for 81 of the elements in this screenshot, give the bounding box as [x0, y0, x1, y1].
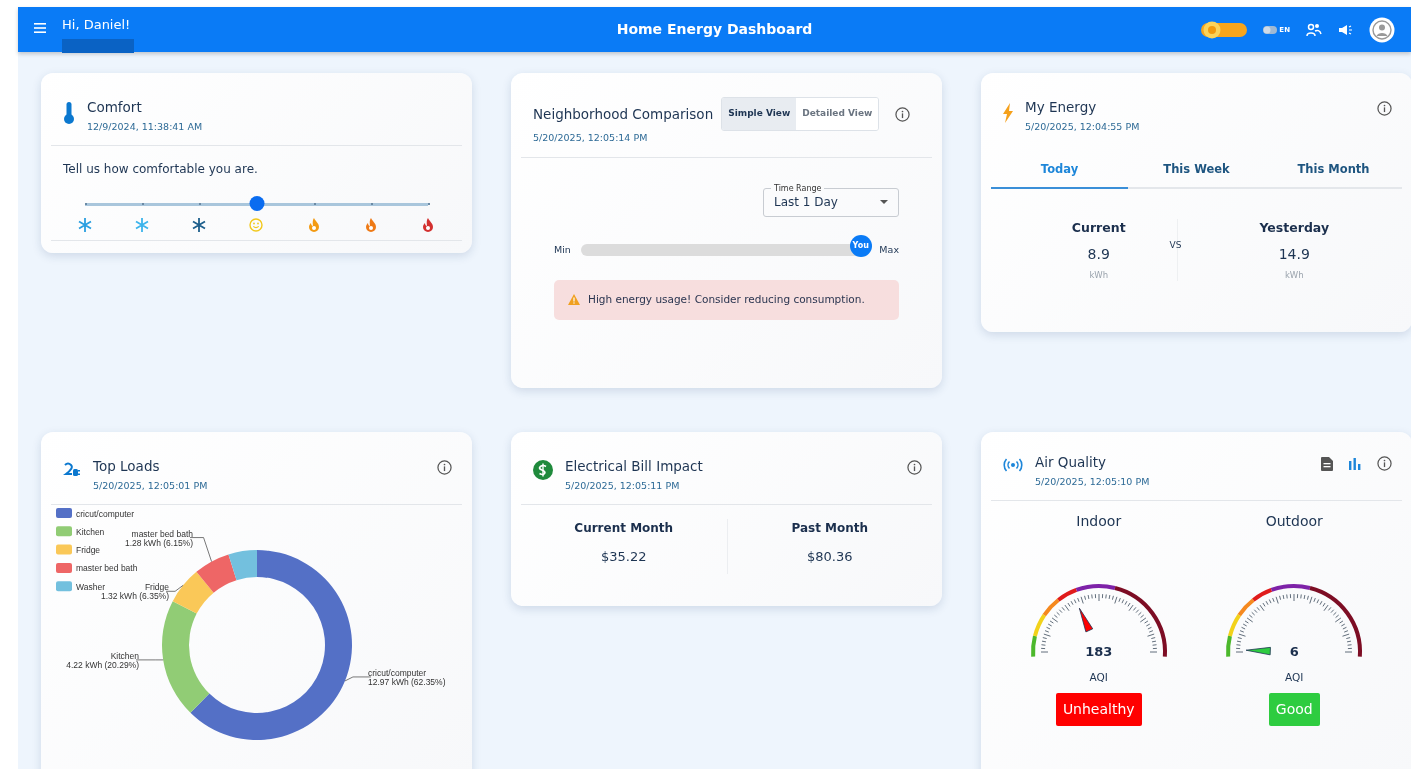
slice-value: 1.32 kWh (6.35%): [100, 590, 169, 601]
dollar-icon: [533, 460, 553, 480]
card-title: Top Loads: [93, 457, 161, 476]
leader-line: [135, 659, 164, 660]
unit-label: kWh: [1088, 268, 1110, 282]
avatar-icon[interactable]: [1369, 17, 1395, 43]
slice-value: 12.97 kWh (62.35%): [368, 676, 446, 687]
gauge-title: Outdoor: [1265, 511, 1323, 531]
legend-label: cricut/computer: [76, 508, 135, 518]
info-icon[interactable]: [437, 460, 452, 475]
snowflake-icon[interactable]: [78, 217, 92, 232]
lightning-icon: [1003, 103, 1013, 123]
column-label: Past Month: [790, 519, 870, 537]
card-title: Electrical Bill Impact: [565, 457, 703, 476]
min-label: Min: [554, 242, 571, 257]
timestamp: 5/20/2025, 12:05:11 PM: [565, 479, 681, 494]
slice-value: 4.22 kWh (20.29%): [66, 659, 139, 670]
flame-icon[interactable]: [307, 217, 320, 232]
legend-label: Kitchen: [76, 526, 105, 537]
unit-label: AQI: [1285, 669, 1304, 685]
slice-label: cricut/computer: [368, 667, 427, 678]
view-tab[interactable]: Simple View: [722, 98, 797, 130]
info-icon[interactable]: [895, 106, 911, 122]
broadcast-icon: [1003, 458, 1023, 472]
app-title: Home Energy Dashboard: [616, 21, 813, 37]
snowflake-icon[interactable]: [192, 217, 207, 232]
card-title: My Energy: [1025, 98, 1098, 117]
period-tab[interactable]: This Month: [1265, 152, 1402, 189]
theme-toggle[interactable]: [1201, 21, 1248, 39]
stat-value: 14.9: [1277, 244, 1311, 264]
timestamp: 5/20/2025, 12:04:55 PM: [1025, 120, 1140, 135]
legend-label: Washer: [76, 581, 105, 592]
card-title: Comfort: [87, 98, 143, 117]
flame-icon[interactable]: [364, 217, 377, 232]
flame-icon[interactable]: [421, 217, 434, 232]
menu-icon[interactable]: [34, 23, 46, 33]
vs-label: VS: [1169, 238, 1182, 252]
caret-icon[interactable]: [880, 199, 888, 204]
slice-value: 1.28 kWh (6.15%): [124, 537, 193, 548]
card-title: Air Quality: [1035, 453, 1108, 472]
slice-label: Fridge: [144, 581, 169, 592]
aqi-value: 6: [1289, 643, 1299, 659]
slice-label: Kitchen: [110, 650, 139, 661]
prompt-text: Tell us how comfortable you are.: [63, 160, 259, 178]
info-icon[interactable]: [907, 460, 922, 475]
megaphone-icon[interactable]: [1338, 24, 1353, 36]
timestamp: 12/9/2024, 11:38:41 AM: [87, 120, 203, 135]
status-badge[interactable]: Unhealthy: [1055, 693, 1142, 727]
max-label: Max: [879, 242, 899, 257]
legend-label: Fridge: [76, 544, 101, 555]
column-label: Current Month: [573, 519, 675, 537]
you-marker: You: [849, 234, 872, 257]
alert-text: High energy usage! Consider reducing consumption.: [588, 292, 865, 307]
thermometer-icon: [63, 101, 75, 125]
slice-label: master bed bath: [131, 528, 193, 539]
timestamp: 5/20/2025, 12:05:10 PM: [1035, 475, 1150, 490]
greeting-text: Hi, Daniel!: [62, 16, 132, 34]
amount-value: $35.22: [600, 547, 648, 566]
people-icon[interactable]: [1306, 23, 1322, 37]
redaction-bar: [62, 38, 134, 53]
bar-chart-icon[interactable]: [1349, 457, 1361, 470]
aqi-value: 183: [1085, 643, 1113, 659]
warning-icon: [568, 294, 580, 306]
period-tab[interactable]: This Week: [1128, 152, 1265, 189]
info-icon[interactable]: [1377, 101, 1392, 116]
amount-value: $80.36: [806, 547, 854, 566]
plug-icon: [63, 462, 81, 478]
view-tab[interactable]: Detailed View: [796, 98, 879, 130]
period-tab[interactable]: Today: [991, 152, 1128, 189]
timestamp: 5/20/2025, 12:05:14 PM: [533, 130, 649, 145]
time-range-select[interactable]: Time Range Last 1 Day: [763, 184, 899, 217]
document-icon[interactable]: [1321, 456, 1333, 471]
unit-label: kWh: [1283, 268, 1305, 282]
stat-label: Current: [1070, 218, 1127, 237]
stat-label: Yesterday: [1258, 218, 1331, 237]
timestamp: 5/20/2025, 12:05:01 PM: [93, 479, 208, 494]
card-title: Neighborhood Comparison: [533, 104, 714, 124]
legend-label: master bed bath: [76, 562, 138, 573]
info-icon[interactable]: [1377, 456, 1392, 471]
gauge-title: Indoor: [1076, 511, 1122, 531]
unit-label: AQI: [1089, 669, 1108, 685]
